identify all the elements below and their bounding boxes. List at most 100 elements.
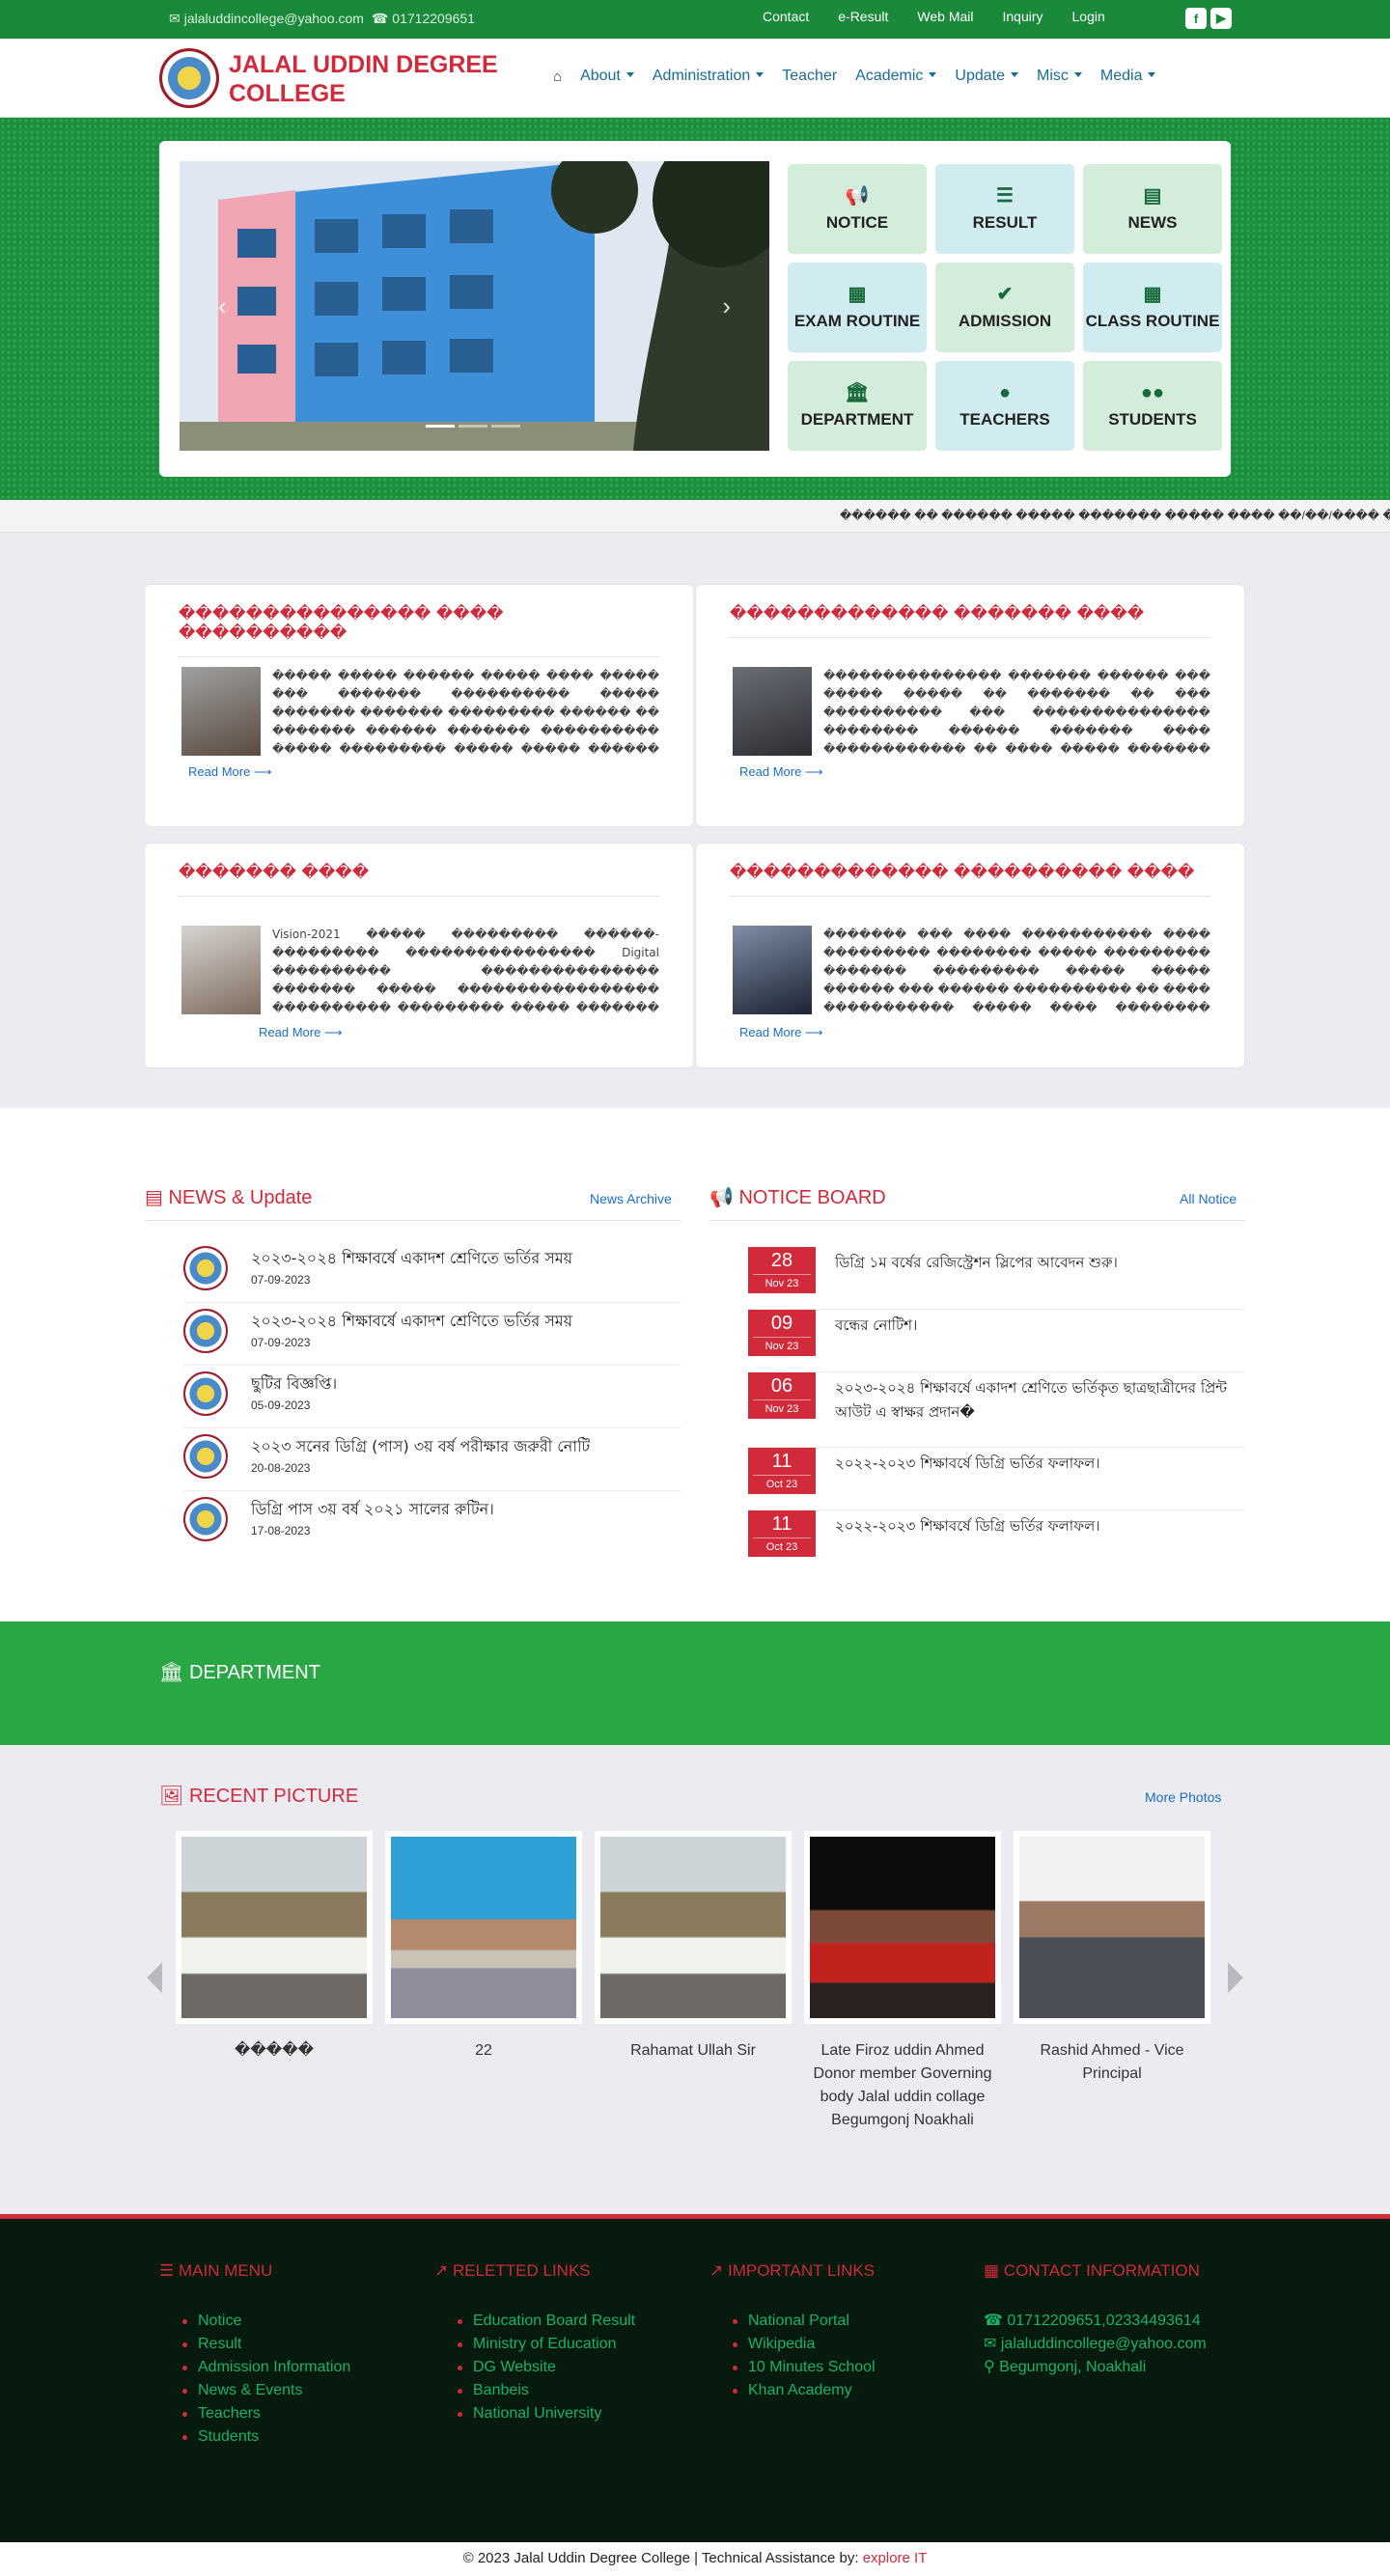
footer-link-khan-academy[interactable]: Khan Academy [709, 2379, 960, 2402]
notice-title[interactable]: ২০২২-২০২৩ শিক্ষাবর্ষে ডিগ্রি ভর্তির ফলাফ… [835, 1514, 1236, 1538]
footer-related-links: ↗ RELETTED LINKS Education Board Result … [434, 2261, 685, 2425]
footer-link-wikipedia[interactable]: Wikipedia [709, 2333, 960, 2356]
all-notice-link[interactable]: All Notice [1180, 1191, 1237, 1206]
copyright-bar: © 2023 Jalal Uddin Degree College | Tech… [0, 2542, 1390, 2576]
top-link-login[interactable]: Login [1072, 9, 1105, 24]
read-more-link[interactable]: Read More ⟶ [739, 764, 823, 780]
footer-phone[interactable]: ☎ 01712209651,02334493614 [984, 2310, 1235, 2333]
message-title: ������������� ������� ���� [730, 604, 1210, 638]
site-footer: ☰ MAIN MENU Notice Result Admission Info… [0, 2214, 1390, 2542]
tile-news[interactable]: ▤ NEWS [1083, 164, 1222, 254]
tile-class-routine[interactable]: ▦ CLASS ROUTINE [1083, 263, 1222, 352]
news-archive-link[interactable]: News Archive [590, 1191, 672, 1206]
slider-dot[interactable] [491, 425, 520, 428]
gallery-item[interactable]: ����� [176, 1831, 373, 2063]
tile-exam-routine[interactable]: ▦ EXAM ROUTINE [788, 263, 927, 352]
notice-title[interactable]: ২০২৩-২০২৪ শিক্ষাবর্ষে একাদশ শ্রেণিতে ভর্… [835, 1376, 1236, 1425]
read-more-link[interactable]: Read More ⟶ [259, 1025, 343, 1040]
footer-link-10-minutes-school[interactable]: 10 Minutes School [709, 2356, 960, 2379]
footer-link-teachers[interactable]: Teachers [159, 2402, 410, 2425]
footer-link-result[interactable]: Result [159, 2333, 410, 2356]
nav-academic[interactable]: Academic [855, 68, 936, 85]
slider-prev-icon[interactable]: ‹ [218, 291, 227, 321]
list-item[interactable]: ২০২৩-২০২৪ শিক্ষাবর্ষে একাদশ শ্রেণিতে ভর্… [183, 1240, 681, 1303]
home-icon[interactable]: ⌂ [553, 69, 562, 85]
message-card: ������� ���� Vision-2021 ����� ���������… [145, 844, 693, 1067]
read-more-link[interactable]: Read More ⟶ [188, 764, 272, 780]
list-item[interactable]: 11 Oct 23 ২০২২-২০২৩ শিক্ষাবর্ষে ডিগ্রি ভর… [748, 1448, 1245, 1510]
tile-teachers[interactable]: ● TEACHERS [935, 361, 1074, 451]
footer-link-banbeis[interactable]: Banbeis [434, 2379, 685, 2402]
nav-about[interactable]: About [580, 68, 634, 85]
list-item[interactable]: ২০২৩ সনের ডিগ্রি (পাস) ৩য় বর্ষ পরীক্ষার… [183, 1428, 681, 1491]
tile-admission[interactable]: ✔ ADMISSION [935, 263, 1074, 352]
news-date: 07-09-2023 [251, 1336, 311, 1349]
footer-link-dg-website[interactable]: DG Website [434, 2356, 685, 2379]
footer-heading: ▦ CONTACT INFORMATION [984, 2261, 1200, 2280]
notice-title[interactable]: ২০২২-২০২৩ শিক্ষাবর্ষে ডিগ্রি ভর্তির ফলাফ… [835, 1452, 1236, 1476]
carousel-next-icon[interactable] [1228, 1962, 1243, 1993]
footer-link-national-university[interactable]: National University [434, 2402, 685, 2425]
slider-indicators [426, 425, 520, 428]
news-title[interactable]: ছুটির বিজ্ঞপ্তি। [251, 1371, 337, 1398]
top-link-eresult[interactable]: e-Result [838, 9, 888, 24]
institution-icon: 🏛 [159, 1662, 184, 1683]
tile-notice[interactable]: 📢 NOTICE [788, 164, 927, 254]
footer-link-students[interactable]: Students [159, 2425, 410, 2449]
news-title[interactable]: ২০২৩-২০২৪ শিক্ষাবর্ষে একাদশ শ্রেণিতে ভর্… [251, 1246, 572, 1272]
gallery-item[interactable]: Rahamat Ullah Sir [595, 1831, 792, 2063]
gallery-item[interactable]: 22 [385, 1831, 582, 2063]
top-link-webmail[interactable]: Web Mail [917, 9, 973, 24]
slider-dot[interactable] [459, 425, 487, 428]
youtube-icon[interactable]: ▶ [1210, 8, 1232, 29]
news-thumbnail [183, 1246, 228, 1290]
footer-link-admission[interactable]: Admission Information [159, 2356, 410, 2379]
tile-department[interactable]: 🏛 DEPARTMENT [788, 361, 927, 451]
list-item[interactable]: ডিগ্রি পাস ৩য় বর্ষ ২০২১ সালের রুটিন। 17… [183, 1491, 681, 1554]
news-title[interactable]: ২০২৩ সনের ডিগ্রি (পাস) ৩য় বর্ষ পরীক্ষার… [251, 1434, 590, 1460]
list-item[interactable]: 28 Nov 23 ডিগ্রি ১ম বর্ষের রেজিস্ট্রেশন স… [748, 1247, 1245, 1310]
more-photos-link[interactable]: More Photos [1145, 1789, 1221, 1805]
top-link-inquiry[interactable]: Inquiry [1002, 9, 1042, 24]
footer-link-news-events[interactable]: News & Events [159, 2379, 410, 2402]
gallery-item[interactable]: Rashid Ahmed - Vice Principal [1014, 1831, 1210, 2086]
news-title[interactable]: ডিগ্রি পাস ৩য় বর্ষ ২০২১ সালের রুটিন। [251, 1497, 494, 1523]
footer-email[interactable]: ✉ jalaluddincollege@yahoo.com [984, 2333, 1235, 2356]
top-email[interactable]: jalaluddincollege@yahoo.com [184, 11, 364, 26]
list-icon: ☰ [996, 184, 1014, 207]
gallery-item[interactable]: Late Firoz uddin Ahmed Donor member Gove… [804, 1831, 1001, 2132]
list-item[interactable]: 09 Nov 23 বন্ধের নোটিশ। [748, 1310, 1245, 1372]
footer-link-ministry[interactable]: Ministry of Education [434, 2333, 685, 2356]
news-title[interactable]: ২০২৩-২০২৪ শিক্ষাবর্ষে একাদশ শ্রেণিতে ভর্… [251, 1309, 572, 1335]
image-slider[interactable]: ‹ › [180, 161, 769, 451]
list-item[interactable]: 11 Oct 23 ২০২২-২০২৩ শিক্ষাবর্ষে ডিগ্রি ভর… [748, 1510, 1245, 1573]
nav-administration[interactable]: Administration [653, 68, 764, 85]
quick-links: 📢 NOTICE ☰ RESULT ▤ NEWS ▦ EXAM ROUTINE ✔ ADM… [788, 164, 1222, 451]
nav-teacher[interactable]: Teacher [782, 68, 837, 85]
hero-section: ‹ › 📢 NOTICE ☰ RESULT ▤ NEWS ▦ EXAM ROUTINE … [0, 118, 1390, 500]
notice-title[interactable]: বন্ধের নোটিশ। [835, 1314, 1236, 1338]
slider-next-icon[interactable]: › [722, 291, 731, 321]
college-logo[interactable] [159, 48, 219, 108]
top-link-contact[interactable]: Contact [763, 9, 809, 24]
credit-link[interactable]: explore IT [863, 2550, 928, 2566]
college-name[interactable]: JALAL UDDIN DEGREE COLLEGE [229, 50, 518, 108]
carousel-prev-icon[interactable] [147, 1962, 162, 1993]
list-item[interactable]: 06 Nov 23 ২০২৩-২০২৪ শিক্ষাবর্ষে একাদশ শ্র… [748, 1372, 1245, 1448]
nav-media[interactable]: Media [1100, 68, 1156, 85]
tile-result[interactable]: ☰ RESULT [935, 164, 1074, 254]
facebook-icon[interactable]: f [1185, 8, 1207, 29]
nav-misc[interactable]: Misc [1037, 68, 1082, 85]
tile-students[interactable]: ●● STUDENTS [1083, 361, 1222, 451]
list-item[interactable]: ছুটির বিজ্ঞপ্তি। 05-09-2023 [183, 1366, 681, 1428]
footer-link-board-result[interactable]: Education Board Result [434, 2310, 685, 2333]
read-more-link[interactable]: Read More ⟶ [739, 1025, 823, 1040]
footer-link-national-portal[interactable]: National Portal [709, 2310, 960, 2333]
footer-link-notice[interactable]: Notice [159, 2310, 410, 2333]
top-phone[interactable]: 01712209651 [392, 11, 475, 26]
list-item[interactable]: ২০২৩-২০২৪ শিক্ষাবর্ষে একাদশ শ্রেণিতে ভর্… [183, 1303, 681, 1366]
scrolling-notice-text[interactable]: ������ �� ������ ����� ������� ����� ���… [840, 509, 1390, 522]
nav-update[interactable]: Update [955, 68, 1018, 85]
notice-title[interactable]: ডিগ্রি ১ম বর্ষের রেজিস্ট্রেশন স্লিপের আব… [835, 1251, 1236, 1275]
slider-dot[interactable] [426, 425, 455, 428]
